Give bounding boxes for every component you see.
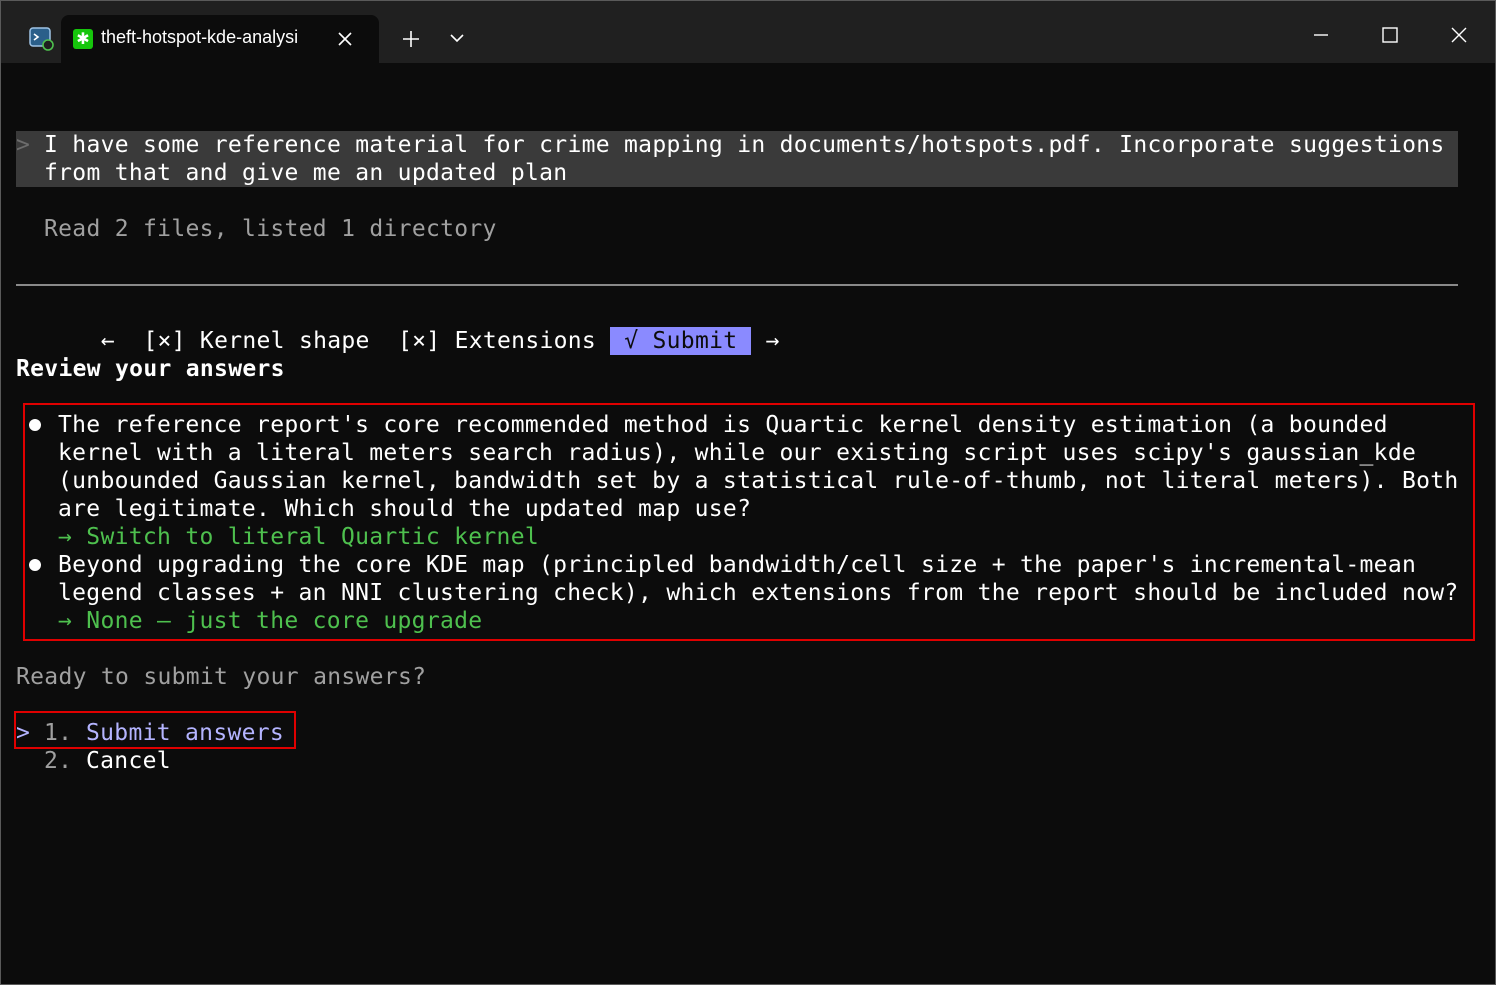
- question-nav: ← [×] Kernel shape [×] Extensions √ Subm…: [16, 299, 780, 355]
- tab-title: theft-hotspot-kde-analysi: [101, 27, 299, 47]
- review-heading: Review your answers: [16, 356, 285, 382]
- plus-icon[interactable]: [399, 27, 423, 51]
- divider: [16, 284, 1458, 286]
- terminal-app-icon[interactable]: [29, 27, 55, 51]
- prompt-line-2: from that and give me an updated plan: [44, 160, 568, 186]
- nav-tab-kernel-shape[interactable]: [×] Kernel shape: [143, 327, 369, 355]
- prompt-caret: >: [16, 132, 31, 158]
- bullet-2: [29, 559, 41, 571]
- chevron-down-icon[interactable]: [447, 31, 467, 47]
- question-1-line-4: are legitimate. Which should the updated…: [58, 496, 752, 522]
- terminal-content[interactable]: > I have some reference material for cri…: [1, 63, 1495, 984]
- maximize-icon[interactable]: [1378, 23, 1402, 47]
- close-icon[interactable]: [335, 29, 355, 49]
- question-2-line-1: Beyond upgrading the core KDE map (princ…: [58, 552, 1417, 578]
- status-line: Read 2 files, listed 1 directory: [44, 216, 497, 242]
- bullet-1: [29, 419, 41, 431]
- question-1-line-3: (unbounded Gaussian kernel, bandwidth se…: [58, 468, 1459, 494]
- ready-prompt: Ready to submit your answers?: [16, 664, 427, 690]
- option-selector: >: [16, 720, 31, 746]
- close-icon[interactable]: [1447, 23, 1471, 47]
- question-2-line-2: legend classes + an NNI clustering check…: [58, 580, 1459, 606]
- minimize-icon[interactable]: [1309, 23, 1333, 47]
- option-2-number: 2.: [44, 748, 73, 774]
- answer-1: → Switch to literal Quartic kernel: [58, 524, 540, 550]
- nav-right-arrow[interactable]: →: [766, 327, 780, 355]
- answer-2: → None — just the core upgrade: [58, 608, 483, 634]
- question-1-line-2: kernel with a literal meters search radi…: [58, 440, 1417, 466]
- nav-left-arrow[interactable]: ←: [101, 327, 115, 355]
- nav-tab-extensions[interactable]: [×] Extensions: [398, 327, 596, 355]
- option-submit-answers[interactable]: Submit answers: [86, 719, 284, 747]
- tab-active[interactable]: ✱ theft-hotspot-kde-analysi: [61, 15, 379, 63]
- asterisk-icon: ✱: [73, 29, 93, 49]
- option-1-number: 1.: [44, 720, 73, 746]
- option-cancel[interactable]: Cancel: [86, 747, 171, 775]
- question-1-line-1: The reference report's core recommended …: [58, 412, 1388, 438]
- terminal-window: ✱ theft-hotspot-kde-analysi > I have som…: [0, 0, 1496, 985]
- title-bar: ✱ theft-hotspot-kde-analysi: [1, 1, 1495, 63]
- prompt-line-1: I have some reference material for crime…: [44, 132, 1445, 158]
- nav-tab-submit[interactable]: √ Submit: [610, 327, 752, 355]
